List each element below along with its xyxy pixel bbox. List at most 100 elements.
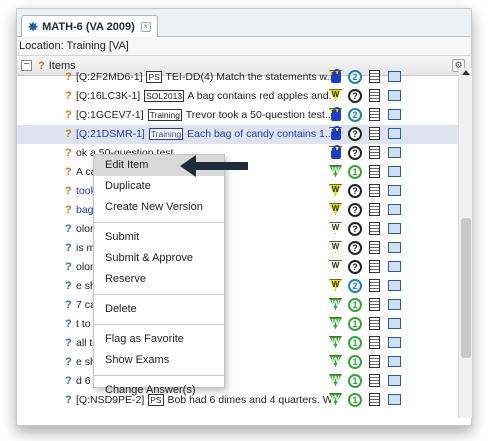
workflow-icon: W xyxy=(329,336,342,348)
menu-separator xyxy=(94,324,224,325)
item-row[interactable]: ?e shows the number of ...W1 xyxy=(17,353,459,372)
document-icon[interactable] xyxy=(369,336,380,349)
item-code: [Q:16LC3K-1] xyxy=(76,90,144,102)
item-row[interactable]: ?bag of candy contains 15...W? xyxy=(17,201,459,220)
document-icon[interactable] xyxy=(369,165,380,178)
vertical-scrollbar[interactable] xyxy=(458,68,472,418)
status-question-icon: ? xyxy=(65,128,72,140)
item-row[interactable]: ?t to the store to buy som...W1 xyxy=(17,315,459,334)
item-row[interactable]: ?all team had 18 players. ...W1 xyxy=(17,334,459,353)
count-circle-icon: ? xyxy=(348,260,362,274)
item-row[interactable]: ?took a 50-question test a...W? xyxy=(17,182,459,201)
item-row[interactable]: ?olor is the sky?W? xyxy=(17,258,459,277)
count-circle-icon: 1 xyxy=(348,298,362,312)
menu-item-create-new-version[interactable]: Create New Version xyxy=(94,197,224,218)
document-icon[interactable] xyxy=(369,146,380,159)
menu-item-flag-as-favorite[interactable]: Flag as Favorite xyxy=(94,329,224,350)
status-question-icon: ? xyxy=(65,204,72,216)
context-menu: Edit Item Duplicate Create New Version Subm… xyxy=(93,154,225,396)
preview-icon[interactable] xyxy=(388,90,401,101)
preview-icon[interactable] xyxy=(388,299,401,310)
preview-icon[interactable] xyxy=(388,280,401,291)
preview-icon[interactable] xyxy=(388,204,401,215)
item-text[interactable]: [Q:21DSMR-1] Training Each bag of candy … xyxy=(76,128,331,140)
document-icon[interactable] xyxy=(369,184,380,197)
document-icon[interactable] xyxy=(369,317,380,330)
document-icon[interactable] xyxy=(369,393,380,406)
count-circle-icon: ? xyxy=(348,184,362,198)
lock-icon xyxy=(331,126,341,140)
document-icon[interactable] xyxy=(369,374,380,387)
tab-math-6[interactable]: ✸ MATH-6 (VA 2009) × xyxy=(21,15,158,37)
preview-icon[interactable] xyxy=(388,337,401,348)
document-icon[interactable] xyxy=(369,108,380,121)
preview-icon[interactable] xyxy=(388,185,401,196)
item-description: Trevor took a 50-question test... xyxy=(185,109,331,121)
scroll-thumb[interactable] xyxy=(461,218,471,358)
menu-item-show-exams[interactable]: Show Exams xyxy=(94,350,224,371)
preview-icon[interactable] xyxy=(388,318,401,329)
count-circle-icon: 1 xyxy=(348,336,362,350)
preview-icon[interactable] xyxy=(388,375,401,386)
item-text[interactable]: [Q:1GCEV7-1] Training Trevor took a 50-q… xyxy=(76,109,331,121)
document-icon[interactable] xyxy=(369,127,380,140)
item-status-icons: W1 xyxy=(329,165,449,180)
item-row[interactable]: ? [Q:2F2MD6-1] PS TEI-DD(4) Match the sta… xyxy=(17,68,459,87)
preview-icon[interactable] xyxy=(388,109,401,120)
workflow-icon: W xyxy=(329,203,342,215)
preview-icon[interactable] xyxy=(388,166,401,177)
count-circle-icon: ? xyxy=(348,222,362,236)
menu-item-submit-approve[interactable]: Submit & Approve xyxy=(94,248,224,269)
status-question-icon: ? xyxy=(65,356,72,368)
item-status-icons: W2 xyxy=(329,107,449,123)
item-row[interactable]: ? [Q:NSD9PE-2] PS Bob had 6 dimes and 4 q… xyxy=(17,391,459,410)
document-icon[interactable] xyxy=(369,279,380,292)
item-row[interactable]: ? [Q:16LC3K-1] SOL2013 A bag contains red… xyxy=(17,87,459,106)
document-icon[interactable] xyxy=(369,355,380,368)
preview-icon[interactable] xyxy=(388,356,401,367)
preview-icon[interactable] xyxy=(388,261,401,272)
menu-item-submit[interactable]: Submit xyxy=(94,227,224,248)
document-icon[interactable] xyxy=(369,241,380,254)
workflow-icon: W xyxy=(329,317,342,329)
preview-icon[interactable] xyxy=(388,128,401,139)
menu-item-delete[interactable]: Delete xyxy=(94,299,224,320)
item-row[interactable]: ?olor is the sky?W? xyxy=(17,220,459,239)
status-question-icon: ? xyxy=(65,90,72,102)
status-question-icon: ? xyxy=(65,185,72,197)
document-icon[interactable] xyxy=(369,70,380,83)
status-question-icon: ? xyxy=(65,337,72,349)
menu-item-reserve[interactable]: Reserve xyxy=(94,269,224,290)
document-icon[interactable] xyxy=(369,89,380,102)
item-row[interactable]: ?d 6 brown puppies, 9 bla...W1 xyxy=(17,372,459,391)
document-icon[interactable] xyxy=(369,260,380,273)
document-icon[interactable] xyxy=(369,203,380,216)
item-description: Each bag of candy contains 1... xyxy=(187,128,331,140)
item-row[interactable]: ? [Q:21DSMR-1] Training Each bag of candy… xyxy=(17,125,459,144)
workflow-icon: W xyxy=(329,355,342,367)
document-icon[interactable] xyxy=(369,222,380,235)
menu-item-duplicate[interactable]: Duplicate xyxy=(94,176,224,197)
menu-item-change-answer-s[interactable]: Change Answer(s) xyxy=(94,380,224,401)
item-row[interactable]: ?is my name?W? xyxy=(17,239,459,258)
item-row[interactable]: ?e shows circles that hav...W2 xyxy=(17,277,459,296)
status-question-icon: ? xyxy=(65,223,72,235)
menu-separator xyxy=(94,375,224,376)
preview-icon[interactable] xyxy=(388,223,401,234)
count-circle-icon: 2 xyxy=(348,108,362,122)
item-badge: Training xyxy=(148,128,184,140)
preview-icon[interactable] xyxy=(388,242,401,253)
preview-icon[interactable] xyxy=(388,394,401,405)
workflow-icon: W xyxy=(329,260,342,272)
item-text[interactable]: [Q:2F2MD6-1] PS TEI-DD(4) Match the stat… xyxy=(76,71,331,83)
scroll-up-icon[interactable] xyxy=(462,70,470,75)
close-icon[interactable]: × xyxy=(140,21,151,32)
status-question-icon: ? xyxy=(65,280,72,292)
item-row[interactable]: ? [Q:1GCEV7-1] Training Trevor took a 50-… xyxy=(17,106,459,125)
item-row[interactable]: ?7 cats and 12 dogs play...W1 xyxy=(17,296,459,315)
document-icon[interactable] xyxy=(369,298,380,311)
item-text[interactable]: [Q:16LC3K-1] SOL2013 A bag contains red … xyxy=(76,90,331,102)
item-status-icons: W? xyxy=(329,203,449,218)
preview-icon[interactable] xyxy=(388,71,401,82)
preview-icon[interactable] xyxy=(388,147,401,158)
